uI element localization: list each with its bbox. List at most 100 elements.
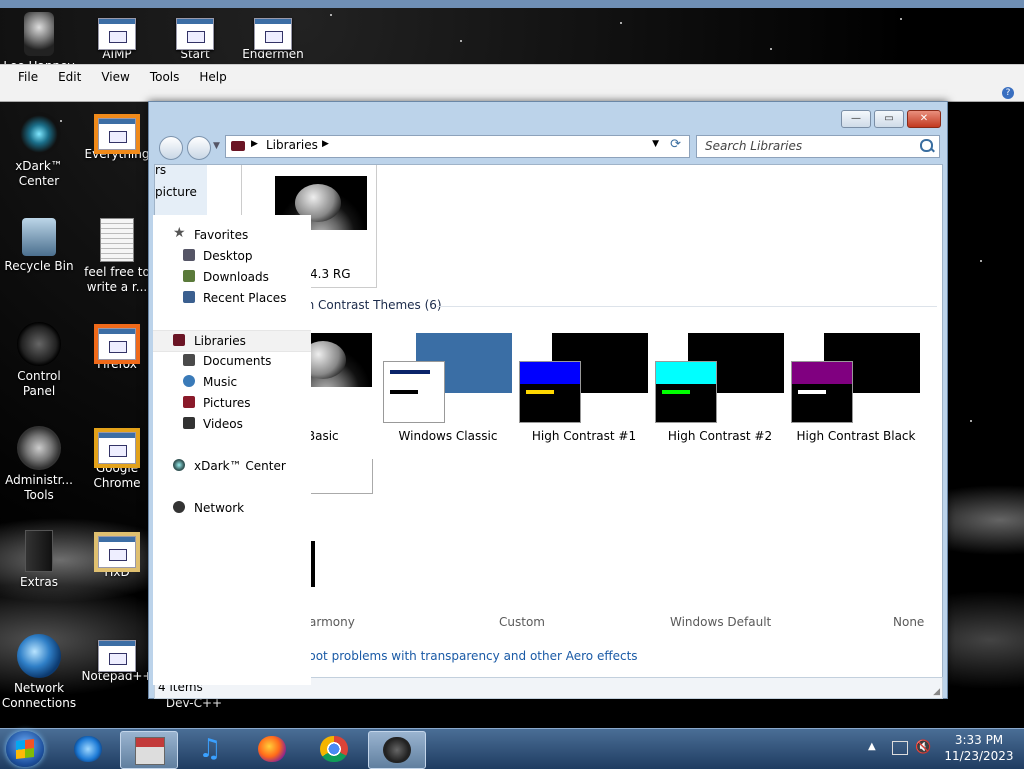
taskbar-ie[interactable] <box>60 731 116 767</box>
sound-option-none[interactable]: None <box>893 615 924 629</box>
menu-view[interactable]: View <box>91 68 139 86</box>
nav-favorites[interactable]: ★ Favorites <box>153 225 311 245</box>
menu-edit[interactable]: Edit <box>48 68 91 86</box>
network-tray-icon[interactable] <box>892 741 908 755</box>
desktop-icon-text-file[interactable]: feel free to write a r... <box>78 218 156 295</box>
back-button[interactable] <box>159 136 183 160</box>
nav-pictures[interactable]: Pictures <box>153 393 311 413</box>
theme-title-bar-swatch <box>390 370 430 374</box>
aimp-icon <box>98 18 136 50</box>
desktop-icon-notepadpp[interactable]: Notepad++ <box>78 634 156 684</box>
taskbar-store[interactable] <box>120 731 178 769</box>
start-gear-icon <box>176 18 214 50</box>
desktop-icon-label: Extras <box>20 575 58 589</box>
endermen-icon <box>254 18 292 50</box>
desktop-icon-aimp[interactable]: AIMP <box>78 12 156 62</box>
taskbar-itunes[interactable]: ♫ <box>182 731 238 767</box>
search-input[interactable]: Search Libraries <box>696 135 940 158</box>
task-pane-fragment[interactable]: picture <box>155 185 197 199</box>
resize-grip-icon[interactable]: ◢ <box>933 687 940 697</box>
theme-label: Windows Classic <box>398 429 498 443</box>
desktop-icon-recycle-bin[interactable]: Recycle Bin <box>0 218 78 274</box>
notepadpp-icon <box>98 640 136 672</box>
close-button[interactable]: ✕ <box>907 110 941 128</box>
recent-pages-chevron-icon[interactable]: ▼ <box>213 141 220 151</box>
desktop-icon-label: Recycle Bin <box>4 259 74 273</box>
desktop-icon-hxd[interactable]: HxD <box>78 530 156 580</box>
taskbar-xdark[interactable] <box>368 731 426 769</box>
nav-label: Favorites <box>194 228 249 242</box>
theme-window-preview <box>791 361 853 423</box>
theme-title-bar-swatch <box>656 362 716 384</box>
breadcrumb-libraries[interactable]: Libraries <box>266 138 318 152</box>
videos-icon <box>183 417 195 429</box>
desktop-icon-network-connections[interactable]: Network Connections <box>0 634 78 711</box>
theme-label[interactable]: 4.3 RG <box>310 267 351 281</box>
desktop-icon-xdark-center[interactable]: xDark™ Center <box>0 112 78 189</box>
desktop-icon-chrome[interactable]: Google Chrome <box>78 426 156 491</box>
desktop-icon-control-panel[interactable]: Control Panel <box>0 322 78 399</box>
task-pane-fragment[interactable]: rs <box>155 165 166 177</box>
volume-muted-icon[interactable]: 🔇 <box>915 740 931 755</box>
desktop-icon-admin-tools[interactable]: Administr... Tools <box>0 426 78 503</box>
maximize-button[interactable]: ▭ <box>874 110 904 128</box>
nav-recent-places[interactable]: Recent Places <box>153 288 311 308</box>
color-option-tile[interactable] <box>305 459 373 494</box>
desktop-icon-label: Network Connections <box>1 681 77 710</box>
nav-network[interactable]: Network <box>153 498 311 518</box>
nav-videos[interactable]: Videos <box>153 414 311 434</box>
theme-label: High Contrast Black <box>796 429 916 443</box>
minimize-button[interactable]: — <box>841 110 871 128</box>
nav-xdark-center[interactable]: xDark™ Center <box>153 456 311 476</box>
nav-desktop[interactable]: Desktop <box>153 246 311 266</box>
desktop-icon-firefox[interactable]: Firefox <box>78 322 156 372</box>
nav-label: Desktop <box>203 249 253 263</box>
start-button[interactable] <box>6 731 44 767</box>
desktop-icon-start[interactable]: Start <box>156 12 234 62</box>
chrome-icon <box>98 432 136 464</box>
sound-option-custom[interactable]: Custom <box>499 615 545 629</box>
nav-label: Libraries <box>194 334 246 348</box>
clock-time[interactable]: 3:33 PM <box>944 733 1014 747</box>
xdark-icon <box>383 737 411 763</box>
theme-window-preview <box>655 361 717 423</box>
book-icon <box>25 530 53 572</box>
nav-music[interactable]: Music <box>153 372 311 392</box>
show-hidden-icons-icon[interactable]: ▲ <box>868 741 876 752</box>
libraries-icon <box>173 334 185 346</box>
menu-tools[interactable]: Tools <box>140 68 190 86</box>
breadcrumb-arrow-icon[interactable]: ▶ <box>322 139 329 149</box>
background-window: File Edit View Tools Help ? <box>0 64 1024 102</box>
desktop-icon-label: feel free to write a r... <box>84 265 150 294</box>
theme-text-swatch <box>798 390 826 394</box>
desktop-icon-extras[interactable]: Extras <box>0 530 78 590</box>
control-panel-icon <box>17 322 61 366</box>
sound-option-windows-default[interactable]: Windows Default <box>670 615 771 629</box>
desktop-icon-everything[interactable]: Everything <box>78 112 156 162</box>
gears-icon <box>17 426 61 470</box>
help-icon[interactable]: ? <box>1002 87 1014 99</box>
menu-help[interactable]: Help <box>189 68 236 86</box>
music-icon <box>183 375 195 387</box>
search-icon[interactable] <box>920 139 933 152</box>
nav-label: Videos <box>203 417 243 431</box>
title-bar[interactable]: — ▭ ✕ <box>149 102 947 130</box>
nav-documents[interactable]: Documents <box>153 351 311 371</box>
forward-button[interactable] <box>187 136 211 160</box>
navigation-pane: ★ Favorites Desktop Downloads Recent Pla… <box>153 215 311 685</box>
breadcrumb-arrow-icon[interactable]: ▶ <box>251 139 258 149</box>
nav-libraries[interactable]: Libraries <box>153 330 311 352</box>
clock-date[interactable]: 11/23/2023 <box>944 749 1014 763</box>
address-bar[interactable]: ▶ Libraries ▶ ▼ ⟳ <box>225 135 690 158</box>
refresh-icon[interactable]: ⟳ <box>670 137 681 152</box>
taskbar-chrome[interactable] <box>306 731 362 767</box>
theme-window-preview <box>519 361 581 423</box>
user-avatar-icon <box>24 12 54 56</box>
desktop-icon-endermen[interactable]: Endermen <box>234 12 312 62</box>
hxd-icon <box>98 536 136 568</box>
address-dropdown-icon[interactable]: ▼ <box>652 139 659 149</box>
menu-file[interactable]: File <box>8 68 48 86</box>
address-row: ▼ ▶ Libraries ▶ ▼ ⟳ Search Libraries <box>149 132 947 160</box>
nav-downloads[interactable]: Downloads <box>153 267 311 287</box>
taskbar-firefox[interactable] <box>244 731 300 767</box>
